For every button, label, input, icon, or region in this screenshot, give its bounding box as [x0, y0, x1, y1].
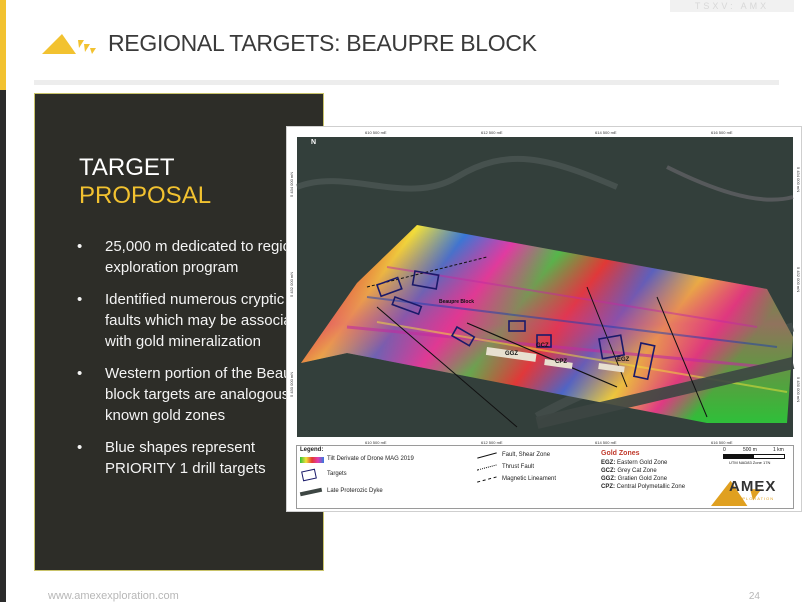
dyke-swatch-icon: [299, 487, 323, 497]
legend-title: Legend:: [300, 447, 324, 453]
amex-logo-word: AMEX: [729, 478, 777, 495]
tilt-swatch-icon: [300, 457, 324, 463]
bullet-glyph: •: [77, 365, 83, 382]
bullet-text: Identified numerous cryptic faults which…: [105, 291, 313, 350]
coord-top-4: 616 500 mE: [711, 130, 733, 135]
page-number: 24: [748, 591, 760, 602]
bullet-glyph: •: [77, 238, 83, 255]
label-beaupre-block: Beaupre Block: [439, 299, 474, 305]
magnetic-survey-map: N Beaupre Block GGZ GCZ CPZ EGZ 610 500 …: [289, 130, 801, 445]
legend-thrust: Thrust Fault: [502, 464, 535, 470]
scale-bar: [723, 454, 785, 459]
gold-zone-item: GCZ: Grey Cat Zone: [601, 468, 657, 474]
ticker-tag: TSXV: AMX: [670, 0, 794, 12]
bullet-text: 25,000 m dedicated to regional explorati…: [105, 238, 311, 276]
coord-top-3: 614 500 mE: [595, 130, 617, 135]
legend-fault: Fault, Shear Zone: [502, 452, 551, 458]
amex-logo-icon: [42, 34, 96, 54]
scale-datum: UTM NAD83 Zone 17N: [729, 460, 771, 465]
legend-lineament: Magnetic Lineament: [502, 476, 557, 482]
list-item: • Identified numerous cryptic faults whic…: [77, 289, 317, 352]
fault-swatch-icon: [477, 452, 497, 459]
label-egz: EGZ: [617, 357, 630, 363]
coord-right-1: 5 434 000 mN: [796, 167, 801, 192]
footer-url: www.amexexploration.com: [48, 590, 179, 602]
title-divider: [34, 80, 779, 85]
gold-zone-item: GGZ: Gratien Gold Zone: [601, 476, 668, 482]
bullet-glyph: •: [77, 291, 83, 308]
panel-heading-proposal: PROPOSAL: [79, 182, 212, 209]
coord-left-2: 5 432 000 mN: [289, 272, 294, 297]
bullet-text: Western portion of the Beaupre block tar…: [105, 365, 314, 424]
gold-zone-item: EGZ: Eastern Gold Zone: [601, 460, 668, 466]
bullet-glyph: •: [77, 439, 83, 456]
map-legend: Legend: Tilt Derivate of Drone MAG 2019 …: [296, 445, 794, 509]
scale-max: 1 km: [773, 447, 784, 453]
gold-zone-item: CPZ: Central Polymetallic Zone: [601, 484, 686, 490]
target-swatch-icon: [301, 468, 317, 482]
left-rail-accent: [0, 0, 6, 90]
coord-left-1: 5 434 000 mN: [289, 172, 294, 197]
legend-tilt: Tilt Derivate of Drone MAG 2019: [327, 456, 414, 462]
label-ggz: GGZ: [505, 351, 518, 357]
gold-zones-title: Gold Zones: [601, 450, 640, 457]
scale-zero: 0: [723, 447, 726, 453]
north-arrow-icon: N: [311, 139, 316, 146]
coord-top-1: 610 500 mE: [365, 130, 387, 135]
label-gcz: GCZ: [536, 343, 549, 349]
legend-dyke: Late Proterozic Dyke: [327, 488, 383, 494]
label-cpz: CPZ: [555, 359, 567, 365]
bullet-text: Blue shapes represent PRIORITY 1 drill t…: [105, 439, 266, 477]
coord-right-2: 5 432 000 mN: [796, 267, 801, 292]
left-rail: [0, 0, 6, 602]
lineament-swatch-icon: [477, 476, 497, 484]
beaupre-block-map: N Beaupre Block GGZ GCZ CPZ EGZ 610 500 …: [286, 126, 802, 512]
list-item: • 25,000 m dedicated to regional explorat…: [77, 236, 317, 278]
list-item: • Western portion of the Beaupre block ta…: [77, 363, 317, 426]
coord-top-2: 612 500 mE: [481, 130, 503, 135]
legend-targets: Targets: [327, 471, 347, 477]
page-title: REGIONAL TARGETS: BEAUPRE BLOCK: [108, 30, 537, 56]
target-proposal-panel: TARGET PROPOSAL • 25,000 m dedicated to r…: [34, 93, 324, 571]
bullet-list: • 25,000 m dedicated to regional explorat…: [77, 236, 317, 490]
scale-mid: 500 m: [743, 447, 757, 453]
panel-heading-target: TARGET: [79, 154, 175, 181]
coord-right-3: 5 430 000 mN: [796, 377, 801, 402]
thrust-swatch-icon: [477, 464, 497, 472]
amex-logo-sub: EXPLORATION: [735, 496, 775, 501]
list-item: • Blue shapes represent PRIORITY 1 drill …: [77, 437, 317, 479]
coord-left-3: 5 430 000 mN: [289, 372, 294, 397]
